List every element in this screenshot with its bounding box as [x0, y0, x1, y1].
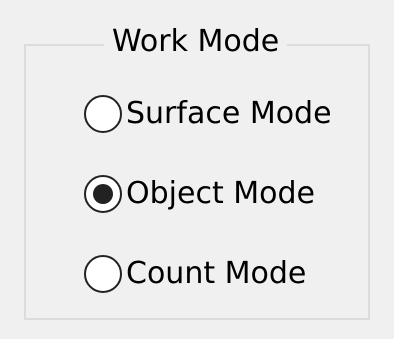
radio-selected-dot-icon	[93, 184, 113, 204]
radio-button-icon[interactable]	[84, 175, 122, 213]
radio-label-surface-mode[interactable]: Surface Mode	[126, 92, 332, 136]
work-mode-group-title: Work Mode	[104, 22, 288, 62]
radio-label-count-mode[interactable]: Count Mode	[126, 252, 306, 296]
radio-option-count-mode[interactable]: Count Mode	[84, 252, 306, 296]
work-mode-panel: Work Mode Surface Mode Object Mode Count…	[0, 0, 394, 339]
radio-option-object-mode[interactable]: Object Mode	[84, 172, 315, 216]
radio-button-icon[interactable]	[84, 95, 122, 133]
radio-label-object-mode[interactable]: Object Mode	[126, 172, 315, 216]
radio-option-surface-mode[interactable]: Surface Mode	[84, 92, 332, 136]
radio-button-icon[interactable]	[84, 255, 122, 293]
